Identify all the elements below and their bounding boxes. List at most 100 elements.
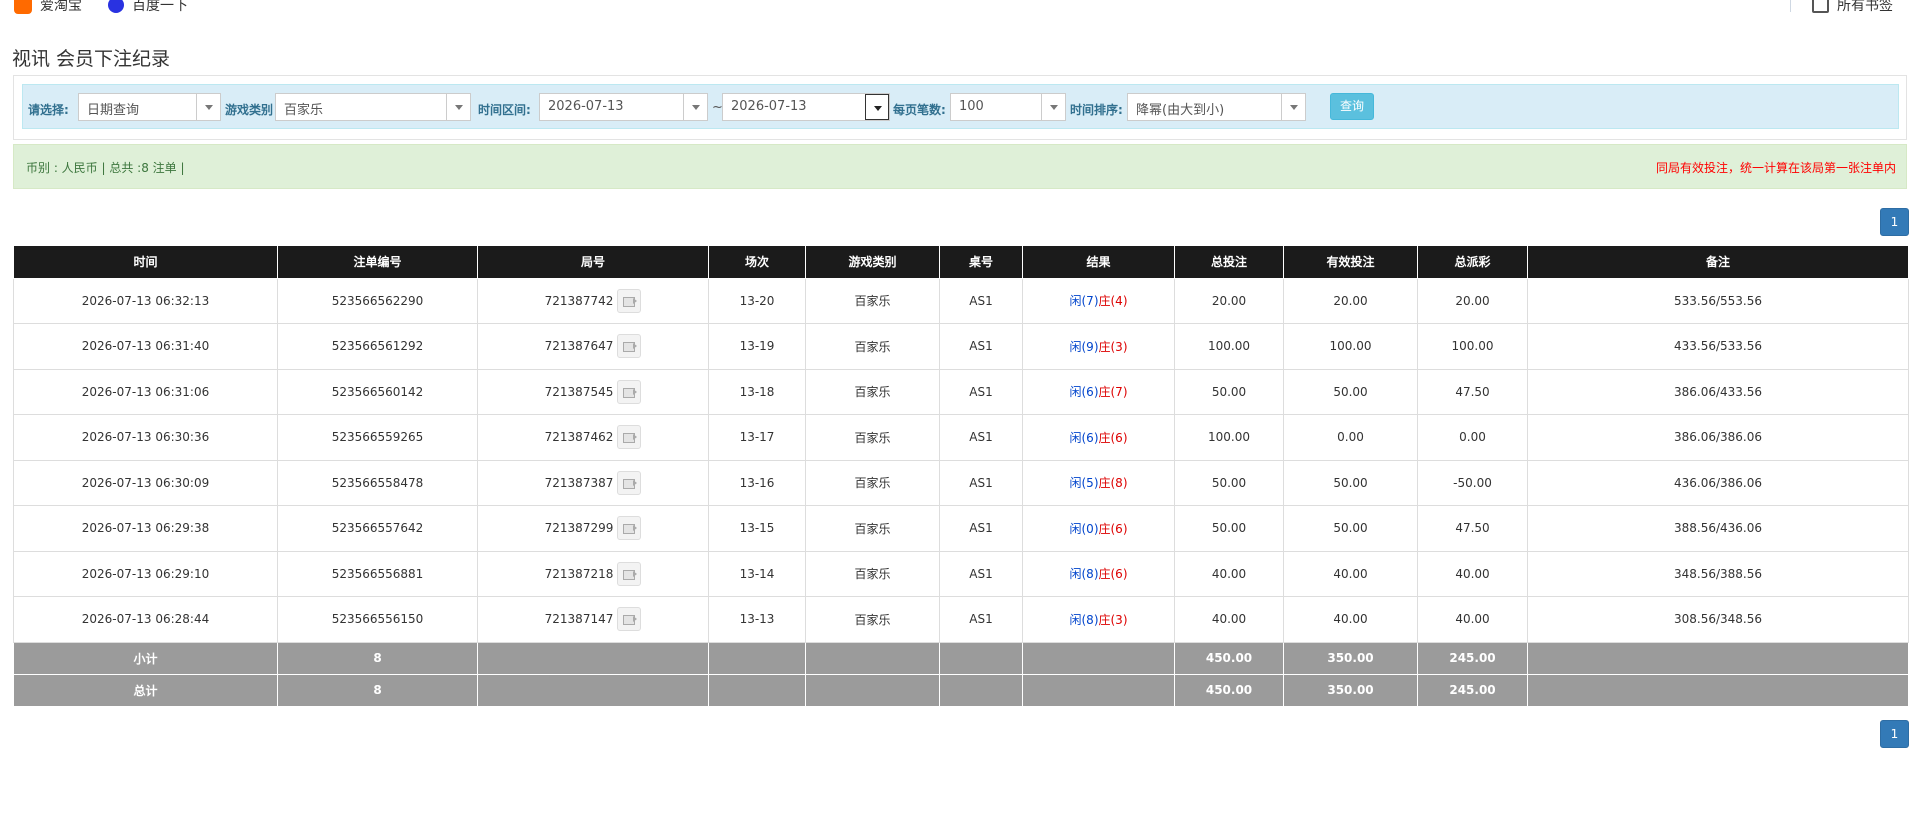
cell-table: AS1 xyxy=(939,323,1023,370)
cell-remark: 308.56/348.56 xyxy=(1527,596,1909,643)
cell-result: 闲(6)庄(6) xyxy=(1022,414,1175,461)
cell-time: 2026-07-13 06:31:06 xyxy=(13,368,278,415)
result-banker: 庄(4) xyxy=(1098,294,1128,309)
video-replay-icon[interactable] xyxy=(617,470,642,495)
date-mode-select[interactable]: 日期查询 xyxy=(78,93,221,121)
chevron-down-icon xyxy=(1281,94,1305,120)
cell-total-bet[interactable]: 100.00 xyxy=(1174,323,1284,370)
round-number: 721387545 xyxy=(544,384,614,399)
column-header: 场次 xyxy=(708,246,806,279)
bookmark-separator xyxy=(1790,0,1791,12)
cell-total-bet[interactable]: 40.00 xyxy=(1174,550,1284,597)
pagination-page-bottom[interactable]: 1 xyxy=(1880,720,1909,748)
cell-game: 百家乐 xyxy=(805,277,940,324)
table-row: 2026-07-13 06:28:44 523566556150 721387147… xyxy=(13,596,1909,643)
cell-total-bet[interactable]: 100.00 xyxy=(1174,414,1284,461)
grand-total-count: 8 xyxy=(277,673,478,707)
cell-bet-id: 523566559265 xyxy=(277,414,478,461)
cell-remark: 533.56/553.56 xyxy=(1527,277,1909,324)
cell-total-bet[interactable]: 50.00 xyxy=(1174,459,1284,506)
taobao-icon xyxy=(14,0,32,14)
cell-table: AS1 xyxy=(939,368,1023,415)
cell-shoe: 13-19 xyxy=(708,323,806,370)
per-page-select[interactable]: 100 xyxy=(950,93,1066,121)
video-replay-icon[interactable] xyxy=(617,334,642,359)
video-replay-icon[interactable] xyxy=(617,561,642,586)
column-header: 结果 xyxy=(1022,246,1175,279)
cell-round: 721387147 xyxy=(477,596,709,643)
filter-panel: 请选择: 日期查询 游戏类别 百家乐 时间区间: 2026-07-13 ~ 20… xyxy=(13,75,1907,140)
cell-result: 闲(8)庄(3) xyxy=(1022,596,1175,643)
date-to-select[interactable]: 2026-07-13 xyxy=(722,93,890,121)
sort-select[interactable]: 降幂(由大到小) xyxy=(1127,93,1306,121)
chevron-down-icon xyxy=(683,94,707,120)
cell-shoe: 13-16 xyxy=(708,459,806,506)
cell-shoe: 13-15 xyxy=(708,505,806,552)
cell-time: 2026-07-13 06:31:40 xyxy=(13,323,278,370)
pagination-page-top[interactable]: 1 xyxy=(1880,208,1909,236)
cell-bet-id: 523566556150 xyxy=(277,596,478,643)
video-replay-icon[interactable] xyxy=(617,379,642,404)
date-from-select[interactable]: 2026-07-13 xyxy=(539,93,708,121)
cell-total-bet[interactable]: 20.00 xyxy=(1174,277,1284,324)
cell-result: 闲(5)庄(8) xyxy=(1022,459,1175,506)
cell-time: 2026-07-13 06:30:09 xyxy=(13,459,278,506)
game-type-label: 游戏类别 xyxy=(225,103,274,117)
filter-bar: 请选择: 日期查询 游戏类别 百家乐 时间区间: 2026-07-13 ~ 20… xyxy=(22,84,1899,129)
result-player: 闲(8) xyxy=(1069,567,1099,582)
bookmark-taobao-label: 爱淘宝 xyxy=(40,0,82,14)
chevron-down-icon xyxy=(196,94,220,120)
video-replay-icon[interactable] xyxy=(617,516,642,541)
bookmark-baidu-label: 百度一下 xyxy=(132,0,188,14)
query-button[interactable]: 查询 xyxy=(1330,93,1374,120)
chevron-down-icon xyxy=(446,94,470,120)
round-number: 721387387 xyxy=(544,475,614,490)
cell-valid-bet: 20.00 xyxy=(1283,277,1418,324)
grand-total-payout: 245.00 xyxy=(1417,673,1528,707)
date-to-value: 2026-07-13 xyxy=(731,99,807,114)
cell-bet-id: 523566557642 xyxy=(277,505,478,552)
bookmark-all-label: 所有书签 xyxy=(1837,0,1893,14)
date-mode-value: 日期查询 xyxy=(87,103,140,118)
bookmarks-bar: 爱淘宝 百度一下 所有书签 xyxy=(0,0,1910,16)
cell-bet-id: 523566560142 xyxy=(277,368,478,415)
cell-valid-bet: 0.00 xyxy=(1283,414,1418,461)
bookmark-taobao[interactable]: 爱淘宝 xyxy=(14,0,82,15)
result-banker: 庄(6) xyxy=(1098,567,1128,582)
bookmark-all[interactable]: 所有书签 xyxy=(1812,0,1893,15)
currency-summary: 币别 : 人民币 | 总共 :8 注单 | xyxy=(26,161,185,175)
video-replay-icon[interactable] xyxy=(617,425,642,450)
cell-result: 闲(8)庄(6) xyxy=(1022,550,1175,597)
table-header-row: 时间 注单编号 局号 场次 游戏类别 桌号 结果 总投注 有效投注 总派彩 备注 xyxy=(13,246,1909,279)
cell-time: 2026-07-13 06:29:10 xyxy=(13,550,278,597)
cell-game: 百家乐 xyxy=(805,505,940,552)
result-banker: 庄(3) xyxy=(1098,339,1128,354)
cell-game: 百家乐 xyxy=(805,368,940,415)
table-row: 2026-07-13 06:30:09 523566558478 721387387… xyxy=(13,459,1909,506)
sort-label: 时间排序: xyxy=(1070,103,1123,117)
video-replay-icon[interactable] xyxy=(617,288,642,313)
cell-round: 721387647 xyxy=(477,323,709,370)
cell-remark: 348.56/388.56 xyxy=(1527,550,1909,597)
subtotal-total: 450.00 xyxy=(1174,641,1284,675)
cell-total-bet[interactable]: 40.00 xyxy=(1174,596,1284,643)
game-type-select[interactable]: 百家乐 xyxy=(275,93,471,121)
result-player: 闲(7) xyxy=(1069,294,1099,309)
bookmark-baidu[interactable]: 百度一下 xyxy=(108,0,188,15)
cell-game: 百家乐 xyxy=(805,323,940,370)
cell-total-bet[interactable]: 50.00 xyxy=(1174,505,1284,552)
video-replay-icon[interactable] xyxy=(617,607,642,632)
valid-bet-note: 同局有效投注，统一计算在该局第一张注单内 xyxy=(1655,161,1896,175)
cell-result: 闲(9)庄(3) xyxy=(1022,323,1175,370)
cell-remark: 386.06/386.06 xyxy=(1527,414,1909,461)
round-number: 721387742 xyxy=(544,293,614,308)
cell-time: 2026-07-13 06:29:38 xyxy=(13,505,278,552)
grand-total-total: 450.00 xyxy=(1174,673,1284,707)
cell-valid-bet: 40.00 xyxy=(1283,596,1418,643)
cell-bet-id: 523566558478 xyxy=(277,459,478,506)
cell-round: 721387545 xyxy=(477,368,709,415)
cell-payout: 100.00 xyxy=(1417,323,1528,370)
result-banker: 庄(8) xyxy=(1098,476,1128,491)
cell-total-bet[interactable]: 50.00 xyxy=(1174,368,1284,415)
round-number: 721387462 xyxy=(544,430,614,445)
